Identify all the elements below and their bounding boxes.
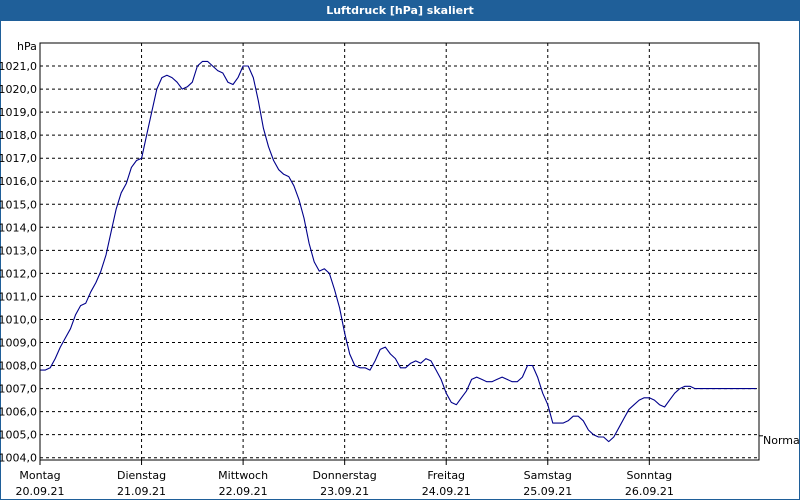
grid bbox=[40, 43, 759, 460]
x-tick-date-label: 21.09.21 bbox=[117, 485, 166, 498]
x-tick-day-label: Freitag bbox=[427, 469, 465, 482]
y-tick-label: 1010,0 bbox=[0, 313, 37, 326]
y-tick-label: 1014,0 bbox=[0, 221, 37, 234]
y-tick-label: 1021,0 bbox=[0, 60, 37, 73]
y-tick-label: 1011,0 bbox=[0, 290, 37, 303]
x-tick-date-label: 26.09.21 bbox=[625, 485, 674, 498]
y-tick-label: 1008,0 bbox=[0, 360, 37, 373]
x-tick-date-label: 20.09.21 bbox=[16, 485, 65, 498]
x-tick-day-label: Donnerstag bbox=[313, 469, 377, 482]
tick-labels: 1004,0 1005,0 1006,0 1007,0 1008,0 1009,0 1010… bbox=[0, 40, 800, 498]
y-tick-label: 1013,0 bbox=[0, 244, 37, 257]
x-tick-day-label: Samstag bbox=[524, 469, 572, 482]
x-tick-date-label: 22.09.21 bbox=[219, 485, 268, 498]
y-tick-label: 1007,0 bbox=[0, 383, 37, 396]
y-tick-label: 1018,0 bbox=[0, 129, 37, 142]
y-tick-label: 1019,0 bbox=[0, 106, 37, 119]
x-tick-date-label: 23.09.21 bbox=[320, 485, 369, 498]
reference-label: Normal bbox=[763, 434, 800, 447]
y-tick-label: 1006,0 bbox=[0, 406, 37, 419]
x-tick-day-label: Mittwoch bbox=[218, 469, 268, 482]
pressure-series-line bbox=[40, 60, 756, 443]
x-tick-date-label: 25.09.21 bbox=[523, 485, 572, 498]
x-tick-day-label: Dienstag bbox=[117, 469, 166, 482]
y-tick-label: 1005,0 bbox=[0, 429, 37, 442]
y-tick-label: 1004,0 bbox=[0, 452, 37, 465]
y-tick-label: 1009,0 bbox=[0, 337, 37, 350]
pressure-chart: 1004,0 1005,0 1006,0 1007,0 1008,0 1009,0 1010… bbox=[0, 40, 800, 498]
y-tick-label: 1016,0 bbox=[0, 175, 37, 188]
x-tick-date-label: 24.09.21 bbox=[422, 485, 471, 498]
x-tick-day-label: Montag bbox=[19, 469, 60, 482]
y-axis-unit-label: hPa bbox=[17, 40, 37, 53]
y-tick-label: 1012,0 bbox=[0, 267, 37, 280]
axes bbox=[39, 42, 763, 465]
y-tick-label: 1015,0 bbox=[0, 198, 37, 211]
plot-border bbox=[39, 42, 760, 461]
y-tick-label: 1020,0 bbox=[0, 83, 37, 96]
y-tick-label: 1017,0 bbox=[0, 152, 37, 165]
x-tick-day-label: Sonntag bbox=[626, 469, 672, 482]
series-layer bbox=[40, 60, 756, 443]
